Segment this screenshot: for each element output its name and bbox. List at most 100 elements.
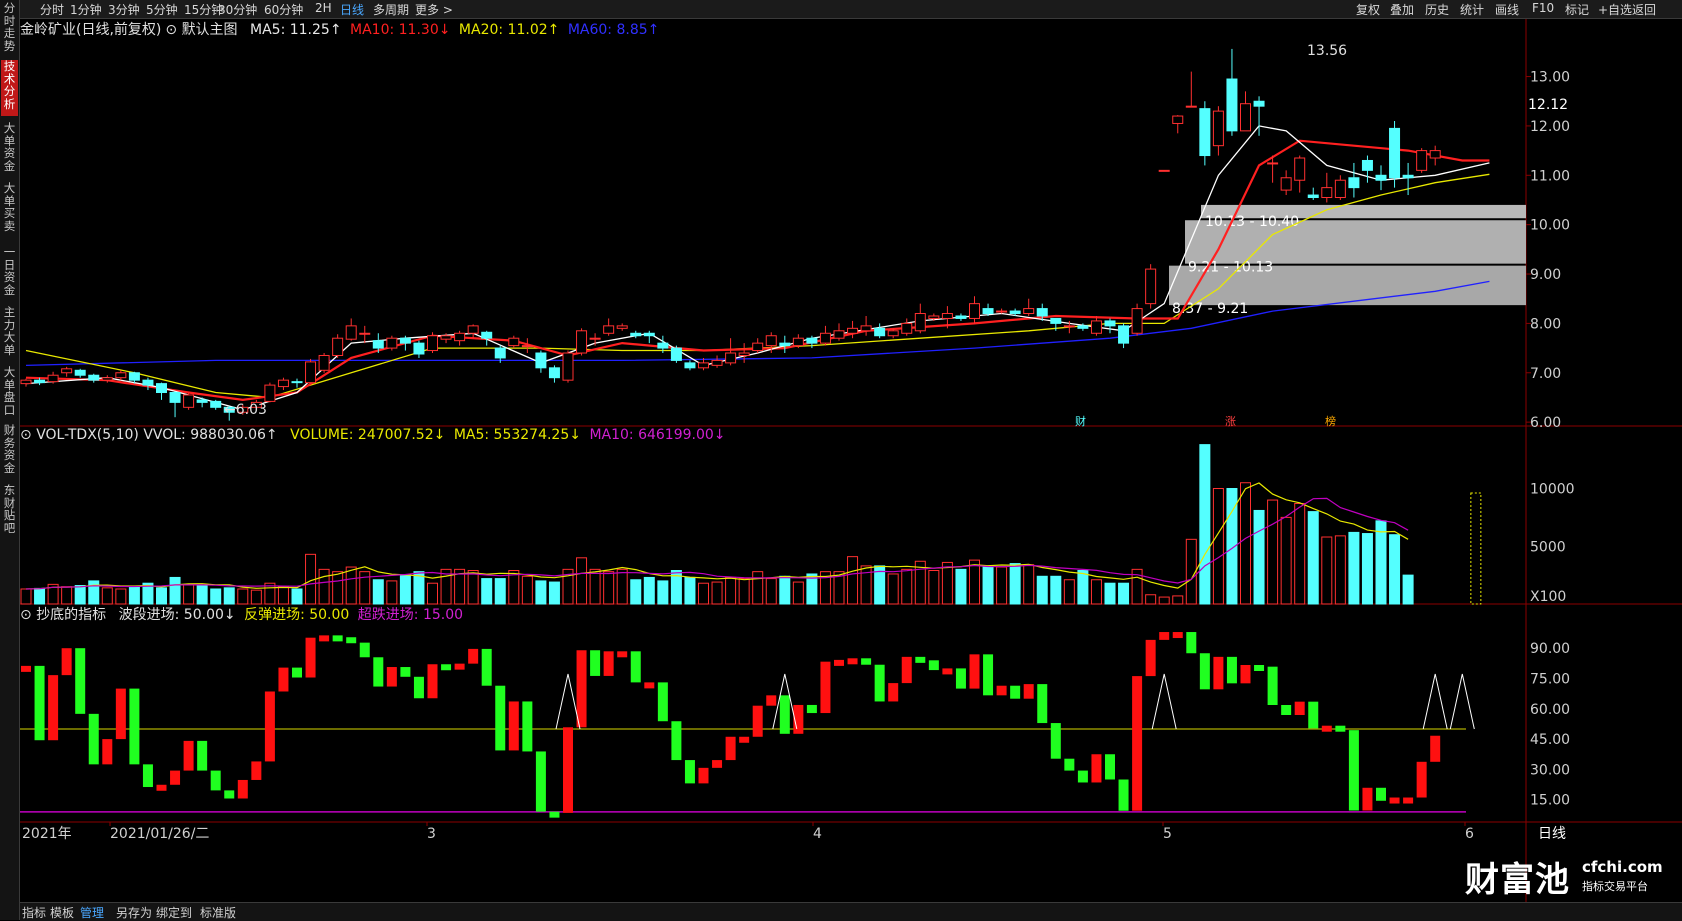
indicator-bar	[996, 685, 1007, 696]
indicator-bar	[210, 770, 221, 791]
volume-bar	[1307, 511, 1319, 605]
volume-bar	[223, 587, 235, 605]
indicator-bar	[170, 770, 181, 785]
candle-body	[1267, 162, 1279, 165]
candle-body	[128, 372, 140, 381]
entry-signal-marker	[555, 673, 581, 730]
candle-body	[1361, 159, 1373, 171]
candle-body	[332, 337, 344, 356]
candle-body	[779, 342, 791, 347]
indicator-bar	[915, 656, 926, 663]
volume-bar	[1104, 582, 1116, 605]
candle-body	[467, 325, 479, 334]
candle-body	[196, 399, 208, 403]
candle-body	[548, 367, 560, 379]
candle-body	[1212, 110, 1224, 147]
indicator-bar	[183, 740, 194, 771]
time-axis-label: 5	[1163, 826, 1172, 842]
indicator-bar	[1199, 653, 1210, 690]
event-marker: 财	[1075, 414, 1086, 428]
candle-body	[1253, 100, 1265, 107]
indicator-bar	[1430, 735, 1441, 762]
indicator-bar	[1389, 797, 1400, 804]
indicator-bar	[684, 760, 695, 784]
indicator-bar	[712, 760, 723, 768]
volume-bar	[725, 576, 737, 605]
volume-bar	[61, 586, 73, 605]
bottom-tab-0[interactable]: 指标	[22, 904, 46, 921]
time-axis-label: 6	[1465, 826, 1474, 842]
bottom-tab-1[interactable]: 模板	[50, 904, 74, 921]
indicator-bar	[969, 654, 980, 689]
candle-body	[142, 379, 154, 386]
candle-body	[630, 332, 642, 337]
volume-bar	[738, 578, 750, 605]
indicator-bar	[725, 736, 736, 761]
current-price-label: 12.12	[1528, 97, 1568, 113]
indicator-bar	[454, 663, 465, 670]
candle-body	[440, 335, 452, 340]
volume-bar	[941, 561, 953, 605]
volume-bar	[291, 588, 303, 605]
indicator-axis-label: 45.00	[1530, 732, 1570, 748]
volume-bar	[752, 571, 764, 605]
time-axis-label: 3	[427, 826, 436, 842]
candle-body	[1118, 325, 1130, 344]
candle-body	[982, 308, 994, 315]
volume-bar	[1158, 596, 1170, 605]
event-marker: 涨	[1225, 415, 1236, 428]
candle-body	[1348, 177, 1360, 189]
candle-body	[1050, 317, 1062, 324]
candle-body	[1131, 308, 1143, 334]
volume-bar	[1334, 535, 1346, 605]
volume-bar	[467, 570, 479, 605]
volume-bar	[684, 576, 696, 605]
candle-body	[806, 337, 818, 344]
volume-bar	[115, 588, 127, 605]
indicator-bar	[305, 637, 316, 678]
volume-bar	[779, 575, 791, 605]
indicator-bar	[1267, 666, 1278, 705]
volume-axis-label: 10000	[1530, 482, 1575, 498]
volume-bar	[1267, 499, 1279, 605]
time-axis-label: 2021年	[22, 826, 72, 842]
bottom-tab-5[interactable]: 标准版	[200, 904, 236, 921]
indicator-bar	[251, 761, 262, 780]
candle-body	[1145, 268, 1157, 305]
volume-bar	[88, 580, 100, 605]
volume-bar	[210, 588, 222, 605]
stock-chart[interactable]: 10.13 - 10.409.21 - 10.138.37 - 9.2113.5…	[0, 0, 1682, 902]
zone-label-2: 9.21 - 10.13	[1188, 260, 1273, 276]
volume-bar	[603, 571, 615, 605]
bottom-tab-3[interactable]: 另存为	[116, 904, 152, 921]
volume-bar	[101, 587, 113, 605]
bottom-tab-2[interactable]: 管理	[80, 904, 104, 921]
indicator-bar	[441, 664, 452, 671]
candle-body	[1104, 320, 1116, 327]
candle-body	[291, 381, 303, 384]
candle-body	[698, 362, 709, 369]
volume-bar	[982, 565, 994, 605]
indicator-bar	[224, 790, 235, 799]
candle-body	[643, 332, 655, 337]
indicator-axis-label: 15.00	[1530, 793, 1570, 809]
volume-bar	[250, 589, 262, 605]
indicator-bar	[278, 667, 289, 692]
volume-bar	[34, 587, 46, 605]
candle-body	[88, 374, 100, 381]
candle-body	[1226, 78, 1238, 132]
candle-body	[1429, 150, 1441, 159]
indicator-bar	[888, 683, 899, 702]
candle-body	[562, 352, 574, 381]
volume-bar	[887, 573, 899, 605]
candle-body	[887, 330, 899, 337]
indicator-bar	[630, 651, 641, 683]
candle-body	[589, 337, 601, 340]
indicator-bar	[576, 650, 587, 728]
volume-bar	[643, 576, 655, 605]
candle-body	[874, 327, 886, 337]
candle-body	[481, 331, 493, 339]
bottom-tab-4[interactable]: 绑定到	[156, 904, 192, 921]
volume-bar	[792, 581, 804, 605]
candle-body	[1402, 174, 1414, 179]
